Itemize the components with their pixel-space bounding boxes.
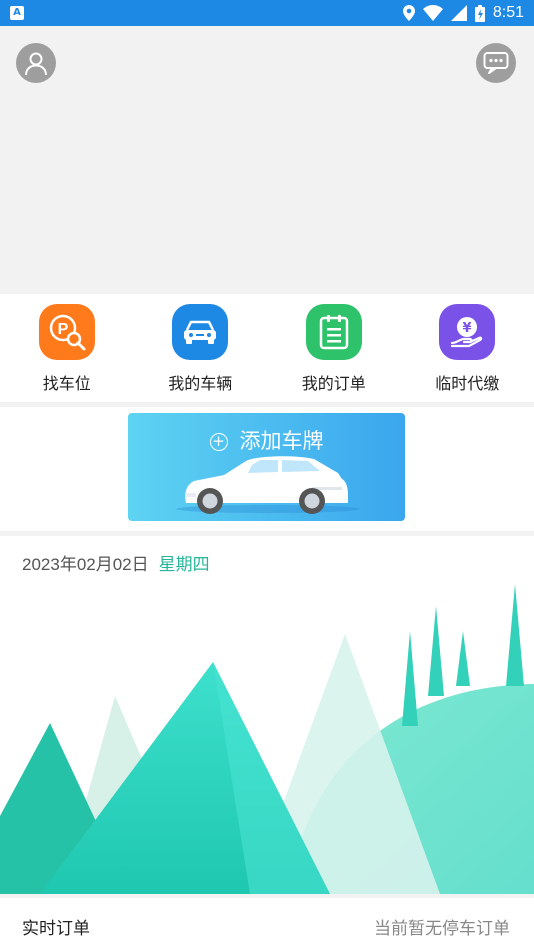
person-icon	[25, 52, 47, 76]
car-illustration	[176, 456, 360, 514]
header-banner	[0, 26, 534, 294]
status-bar: A 8:51	[0, 0, 534, 26]
svg-text:¥: ¥	[463, 321, 472, 336]
quick-menu-label: 临时代缴	[435, 374, 500, 393]
quick-menu-label: 我的订单	[301, 374, 366, 393]
clipboard-icon	[305, 304, 362, 360]
current-date: 2023年02月02日	[22, 555, 149, 574]
quick-menu-label: 我的车辆	[168, 374, 233, 393]
date-panel: 2023年02月02日 星期四	[0, 536, 534, 894]
current-weekday: 星期四	[158, 555, 210, 575]
quick-menu-find-parking[interactable]: P 找车位	[0, 294, 134, 402]
quick-menu-temp-payment[interactable]: ¥ 临时代缴	[401, 294, 534, 402]
avatar-button[interactable]	[16, 43, 56, 83]
car-icon	[172, 304, 229, 360]
svg-text:P: P	[57, 321, 68, 338]
realtime-orders-title: 实时订单	[22, 919, 90, 939]
quick-menu-label: 找车位	[42, 374, 91, 393]
quick-menu-my-vehicles[interactable]: 我的车辆	[134, 294, 268, 402]
realtime-orders-bar[interactable]: 实时订单 当前暂无停车订单	[0, 898, 534, 950]
status-time: 8:51	[492, 4, 524, 21]
status-icons: 8:51	[402, 3, 524, 23]
location-icon	[402, 5, 415, 21]
battery-icon	[474, 4, 485, 22]
parking-search-icon: P	[38, 304, 95, 360]
signal-icon	[450, 5, 467, 21]
app-notification-badge: A	[10, 6, 24, 20]
chat-bubble-icon	[483, 52, 509, 74]
yen-hand-icon: ¥	[439, 304, 496, 360]
quick-menu: P 找车位 我的车辆 我的订单 ¥ 临时代缴	[0, 294, 534, 402]
add-plate-section: + 添加车牌	[0, 407, 534, 531]
add-plate-button[interactable]: + 添加车牌	[128, 413, 405, 521]
quick-menu-my-orders[interactable]: 我的订单	[267, 294, 401, 402]
wifi-icon	[422, 5, 443, 21]
message-button[interactable]	[476, 43, 516, 83]
mountain-illustration	[0, 584, 534, 894]
orders-empty-status: 当前暂无停车订单	[374, 919, 510, 939]
